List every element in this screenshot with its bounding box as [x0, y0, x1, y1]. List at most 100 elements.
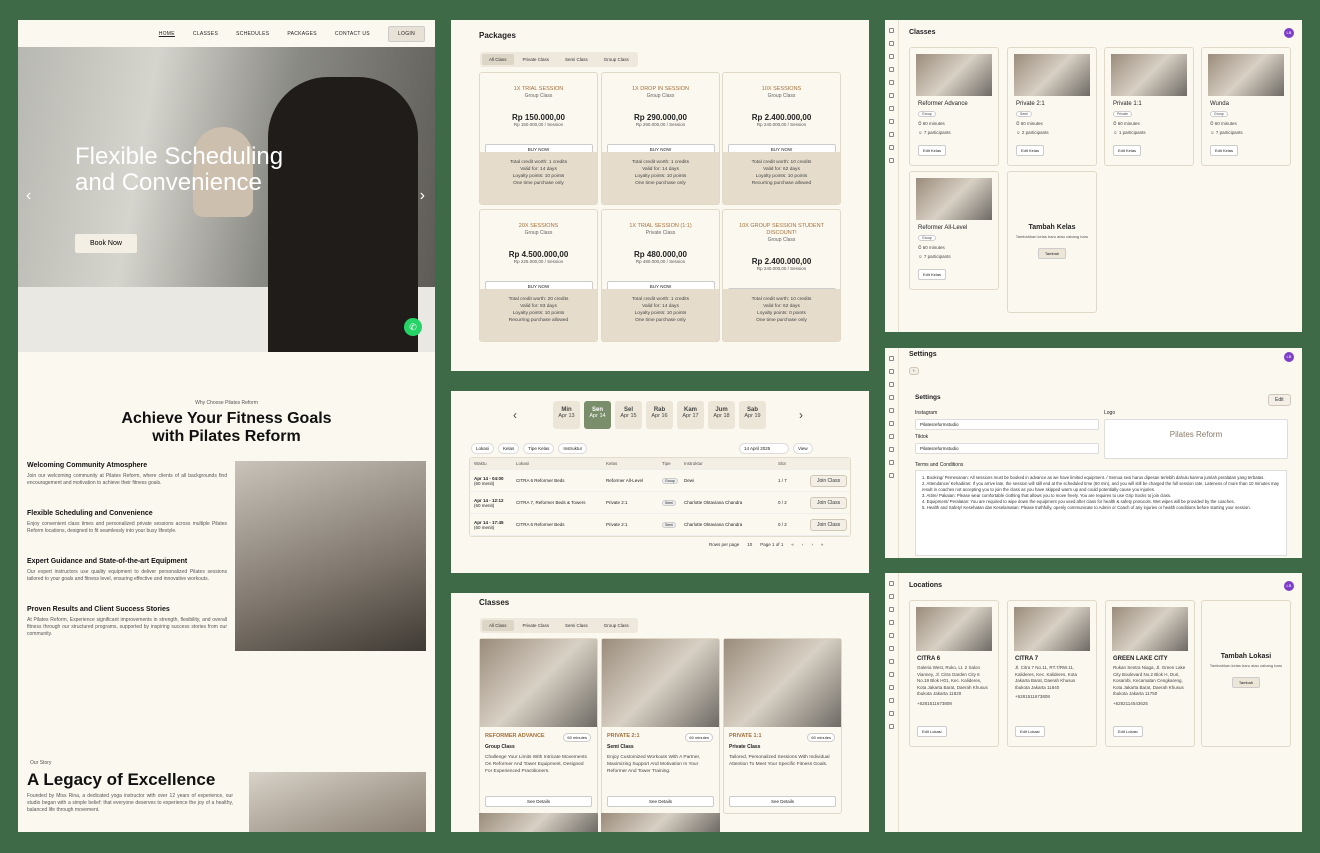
date-picker[interactable]: 14 April 2025	[739, 443, 789, 454]
location-icon[interactable]	[889, 369, 894, 374]
view-button[interactable]: View	[793, 443, 813, 454]
tab-group-class[interactable]: Group Class	[597, 54, 636, 65]
prev-week-icon[interactable]: ‹	[513, 408, 517, 422]
gift-icon[interactable]	[889, 132, 894, 137]
avatar[interactable]: LB	[1284, 352, 1294, 362]
edit-class-button[interactable]: Edit Kelas	[1210, 145, 1239, 156]
day-sab[interactable]: Sab Apr 19	[739, 401, 766, 429]
day-date: Apr 17	[682, 413, 699, 419]
day-sen[interactable]: Sen Apr 14	[584, 401, 611, 429]
package-icon[interactable]	[889, 646, 894, 651]
logo-image[interactable]: Pilates Reform	[1104, 419, 1288, 459]
calendar-icon[interactable]	[889, 67, 894, 72]
tab-private-class[interactable]: Private Class	[516, 620, 557, 631]
calendar-icon[interactable]	[889, 620, 894, 625]
nav-home[interactable]: HOME	[159, 31, 175, 37]
edit-class-button[interactable]: Edit Kelas	[918, 145, 947, 156]
duration: ⏱ 60 minutes	[1210, 121, 1237, 126]
home-icon[interactable]	[889, 581, 894, 586]
edit-class-button[interactable]: Edit Kelas	[918, 269, 947, 280]
tab-group-class[interactable]: Group Class	[597, 620, 636, 631]
package-price: Rp 290.000,00	[634, 113, 687, 122]
chat-icon[interactable]	[889, 698, 894, 703]
chat-icon[interactable]	[889, 473, 894, 478]
book-now-button[interactable]: Book Now	[75, 234, 137, 253]
join-class-button[interactable]: Join Class	[810, 518, 848, 531]
rows-per-page-select[interactable]: 10	[747, 542, 752, 547]
package-icon[interactable]	[889, 93, 894, 98]
page-prev-icon[interactable]: ‹	[802, 542, 804, 547]
add-location-button[interactable]: Tambah	[1231, 677, 1261, 688]
filter-instruktur[interactable]: Instruktur	[558, 443, 588, 454]
home-icon[interactable]	[889, 356, 894, 361]
day-rab[interactable]: Rab Apr 16	[646, 401, 673, 429]
avatar[interactable]: LB	[1284, 581, 1294, 591]
edit-settings-button[interactable]: Edit	[1268, 394, 1291, 406]
filter-lokasi[interactable]: Lokasi	[471, 443, 495, 454]
report-icon[interactable]	[889, 434, 894, 439]
tab-semi-class[interactable]: Semi Class	[558, 54, 595, 65]
settings-icon[interactable]	[889, 672, 894, 677]
filter-kelas[interactable]: Kelas	[498, 443, 520, 454]
day-sel[interactable]: Sel Apr 15	[615, 401, 642, 429]
instagram-field[interactable]: Pilatesreformstudio	[915, 419, 1099, 430]
back-button[interactable]: ‹	[909, 367, 919, 375]
users-icon[interactable]	[889, 633, 894, 638]
join-class-button[interactable]: Join Class	[810, 474, 848, 487]
users-icon[interactable]	[889, 408, 894, 413]
chat-icon[interactable]	[889, 145, 894, 150]
day-min[interactable]: Min Apr 13	[553, 401, 580, 429]
edit-location-button[interactable]: Edit Lokasi	[1113, 726, 1143, 737]
home-icon[interactable]	[889, 28, 894, 33]
calendar-icon[interactable]	[889, 395, 894, 400]
nav-contact[interactable]: CONTACT US	[335, 31, 370, 37]
logout-icon[interactable]	[889, 158, 894, 163]
report-icon[interactable]	[889, 659, 894, 664]
tab-private-class[interactable]: Private Class	[516, 54, 557, 65]
classes-icon[interactable]	[889, 54, 894, 59]
tab-semi-class[interactable]: Semi Class	[558, 620, 595, 631]
package-detail-line: Valid for: 14 days	[642, 304, 679, 309]
join-class-button[interactable]: Join Class	[810, 496, 848, 509]
day-kam[interactable]: Kam Apr 17	[677, 401, 704, 429]
see-details-button[interactable]: See Details	[607, 796, 714, 807]
whatsapp-icon[interactable]: ✆	[404, 318, 422, 336]
see-details-button[interactable]: See Details	[485, 796, 592, 807]
edit-location-button[interactable]: Edit Lokasi	[917, 726, 947, 737]
terms-textarea[interactable]: 1. Booking/ Pemesanan: All sessions must…	[915, 470, 1287, 556]
logout-icon[interactable]	[889, 711, 894, 716]
add-class-button[interactable]: Tambah	[1037, 248, 1067, 259]
page-last-icon[interactable]: »	[821, 542, 824, 547]
gift-icon[interactable]	[889, 685, 894, 690]
day-jum[interactable]: Jum Apr 18	[708, 401, 735, 429]
nav-schedules[interactable]: SCHEDULES	[236, 31, 269, 37]
users-icon[interactable]	[889, 80, 894, 85]
classes-icon[interactable]	[889, 382, 894, 387]
report-icon[interactable]	[889, 106, 894, 111]
settings-icon[interactable]	[889, 447, 894, 452]
classes-icon[interactable]	[889, 607, 894, 612]
edit-class-button[interactable]: Edit Kelas	[1113, 145, 1142, 156]
settings-icon[interactable]	[889, 119, 894, 124]
tab-all-class[interactable]: All Class	[482, 54, 514, 65]
location-icon[interactable]	[889, 594, 894, 599]
edit-location-button[interactable]: Edit Lokasi	[1015, 726, 1045, 737]
login-button[interactable]: LOGIN	[387, 25, 425, 42]
filter-tipe-kelas[interactable]: Tipe Kelas	[523, 443, 555, 454]
gift-icon[interactable]	[889, 460, 894, 465]
location-icon[interactable]	[889, 41, 894, 46]
hero-next-icon[interactable]: ›	[420, 187, 425, 205]
nav-packages[interactable]: PACKAGES	[287, 31, 317, 37]
package-icon[interactable]	[889, 421, 894, 426]
tab-all-class[interactable]: All Class	[482, 620, 514, 631]
avatar[interactable]: LB	[1284, 28, 1294, 38]
edit-class-button[interactable]: Edit Kelas	[1016, 145, 1045, 156]
see-details-button[interactable]: See Details	[729, 796, 836, 807]
next-week-icon[interactable]: ›	[799, 408, 803, 422]
nav-classes[interactable]: CLASSES	[193, 31, 218, 37]
page-first-icon[interactable]: «	[791, 542, 794, 547]
page-next-icon[interactable]: ›	[811, 542, 813, 547]
tiktok-field[interactable]: Pilatesreformstudio	[915, 443, 1099, 454]
log-icon[interactable]	[889, 724, 894, 729]
hero-prev-icon[interactable]: ‹	[26, 187, 31, 205]
